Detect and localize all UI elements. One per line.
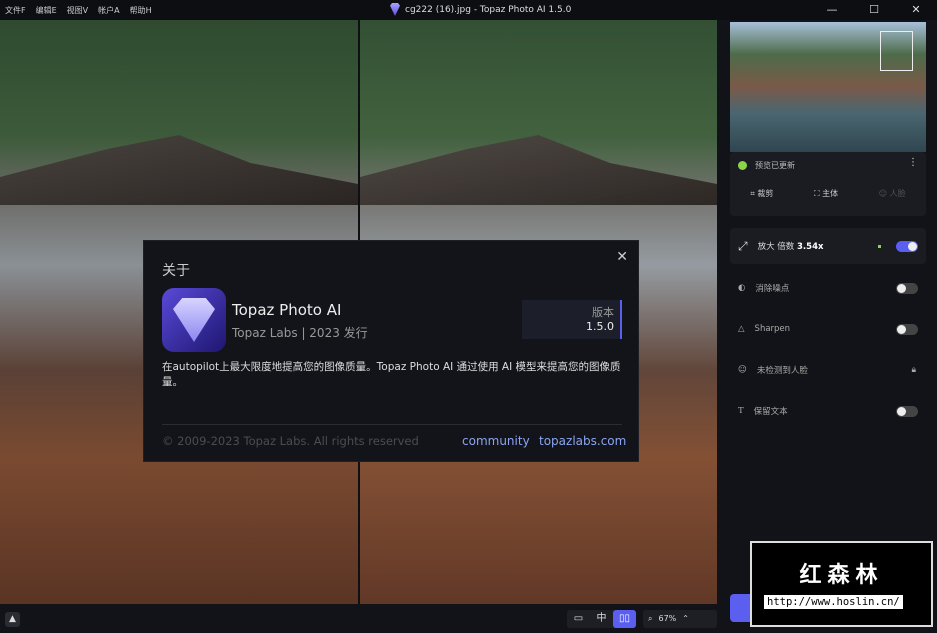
vendor: Topaz Labs — [232, 326, 298, 340]
app-name: Topaz Photo AI — [232, 301, 342, 319]
expand-button[interactable]: ▲ — [5, 612, 20, 627]
text-label: 保留文本 — [753, 407, 788, 417]
view-mode-group: ▭ 中 ▯▯ — [567, 610, 636, 628]
denoise-label: 消除噪点 — [755, 284, 790, 294]
title-bar: 文件F 编辑E 视图V 帐户A 帮助H cg222 (16).jpg - Top… — [0, 0, 937, 20]
upscale-value: 3.54x — [797, 242, 824, 252]
menu-account[interactable]: 帐户A — [98, 5, 119, 16]
bottom-toolbar: ▲ ▭ 中 ▯▯ ⌕ 67% ⌃ — [0, 604, 717, 633]
divider — [162, 424, 622, 425]
status-dot — [878, 244, 881, 248]
minimize-button[interactable]: — — [811, 0, 853, 20]
chevron-up-icon[interactable]: ⌃ — [682, 610, 689, 628]
release-year: 2023 发行 — [309, 326, 368, 340]
sharpen-toggle[interactable] — [896, 323, 918, 335]
menu-help[interactable]: 帮助H — [130, 5, 152, 16]
face-icon: ☺ — [738, 365, 747, 375]
view-split-button[interactable]: 中 — [590, 610, 613, 628]
text-row[interactable]: T 保留文本 — [730, 391, 926, 431]
close-dialog-button[interactable]: ✕ — [616, 249, 628, 265]
view-side-by-side-button[interactable]: ▯▯ — [613, 610, 636, 628]
app-icon — [162, 288, 226, 352]
subject-label: 主体 — [822, 189, 839, 198]
face-row: ☺ 未检测到人脸 🔒︎ — [730, 350, 926, 390]
menu-edit[interactable]: 编辑E — [36, 5, 57, 16]
version-label: 版本 — [592, 306, 614, 319]
menu-bar: 文件F 编辑E 视图V 帐户A 帮助H — [0, 5, 152, 16]
zoom-icon: ⌕ — [648, 614, 653, 623]
crop-label: 裁剪 — [757, 189, 774, 198]
expand-arrows-icon: ⤢ — [738, 238, 748, 253]
preview-status: 预览已更新 — [755, 161, 795, 170]
app-logo-icon — [390, 3, 400, 16]
window-title: cg222 (16).jpg - Topaz Photo AI 1.5.0 — [405, 4, 572, 15]
about-dialog: 关于 ✕ Topaz Photo AI Topaz Labs | 2023 发行… — [143, 240, 639, 462]
menu-view[interactable]: 视图V — [67, 5, 88, 16]
text-icon: T — [738, 406, 744, 416]
watermark-title: 红森林 — [799, 563, 884, 588]
face-button: ☺ 人脸 — [878, 189, 906, 198]
menu-file[interactable]: 文件F — [5, 5, 26, 16]
view-single-button[interactable]: ▭ — [567, 610, 590, 628]
community-link[interactable]: community — [462, 434, 530, 448]
watermark: 红森林 http://www.hoslin.cn/ — [750, 541, 933, 627]
close-window-button[interactable]: ✕ — [895, 0, 937, 20]
denoise-row[interactable]: ◐ 消除噪点 — [730, 268, 926, 308]
watermark-url: http://www.hoslin.cn/ — [764, 595, 903, 609]
denoise-icon: ◐ — [738, 283, 746, 293]
sharpen-label: Sharpen — [754, 324, 791, 334]
sharpen-row[interactable]: △ Sharpen — [730, 309, 926, 349]
subject-button[interactable]: ⛶ 主体 — [814, 188, 838, 199]
website-link[interactable]: topazlabs.com — [539, 434, 626, 448]
denoise-toggle[interactable] — [896, 282, 918, 294]
description: 在autopilot上最大限度地提高您的图像质量。Topaz Photo AI … — [162, 361, 621, 388]
copyright: © 2009-2023 Topaz Labs. All rights reser… — [162, 434, 419, 448]
version-box: 版本 1.5.0 — [522, 300, 622, 339]
viewport-box[interactable] — [880, 31, 913, 71]
upscale-row[interactable]: ⤢ 放大 倍数 3.54x — [730, 228, 926, 264]
text-toggle[interactable] — [896, 405, 918, 417]
dialog-title: 关于 — [162, 263, 190, 279]
triangle-icon: △ — [738, 324, 745, 334]
crop-button[interactable]: ⌗ 裁剪 — [750, 188, 773, 199]
upscale-toggle[interactable] — [896, 240, 918, 252]
check-icon — [738, 161, 747, 170]
maximize-button[interactable]: ☐ — [853, 0, 895, 20]
zoom-control[interactable]: ⌕ 67% ⌃ — [643, 610, 717, 628]
more-icon[interactable]: ⋮ — [908, 157, 918, 168]
version-number: 1.5.0 — [586, 320, 614, 333]
face-label: 人脸 — [889, 189, 906, 198]
navigator-thumbnail[interactable] — [730, 22, 926, 152]
face-status-label: 未检测到人脸 — [756, 366, 808, 376]
lock-icon: 🔒︎ — [911, 365, 916, 375]
upscale-label: 放大 倍数 — [757, 242, 795, 252]
zoom-level: 67% — [658, 614, 677, 623]
